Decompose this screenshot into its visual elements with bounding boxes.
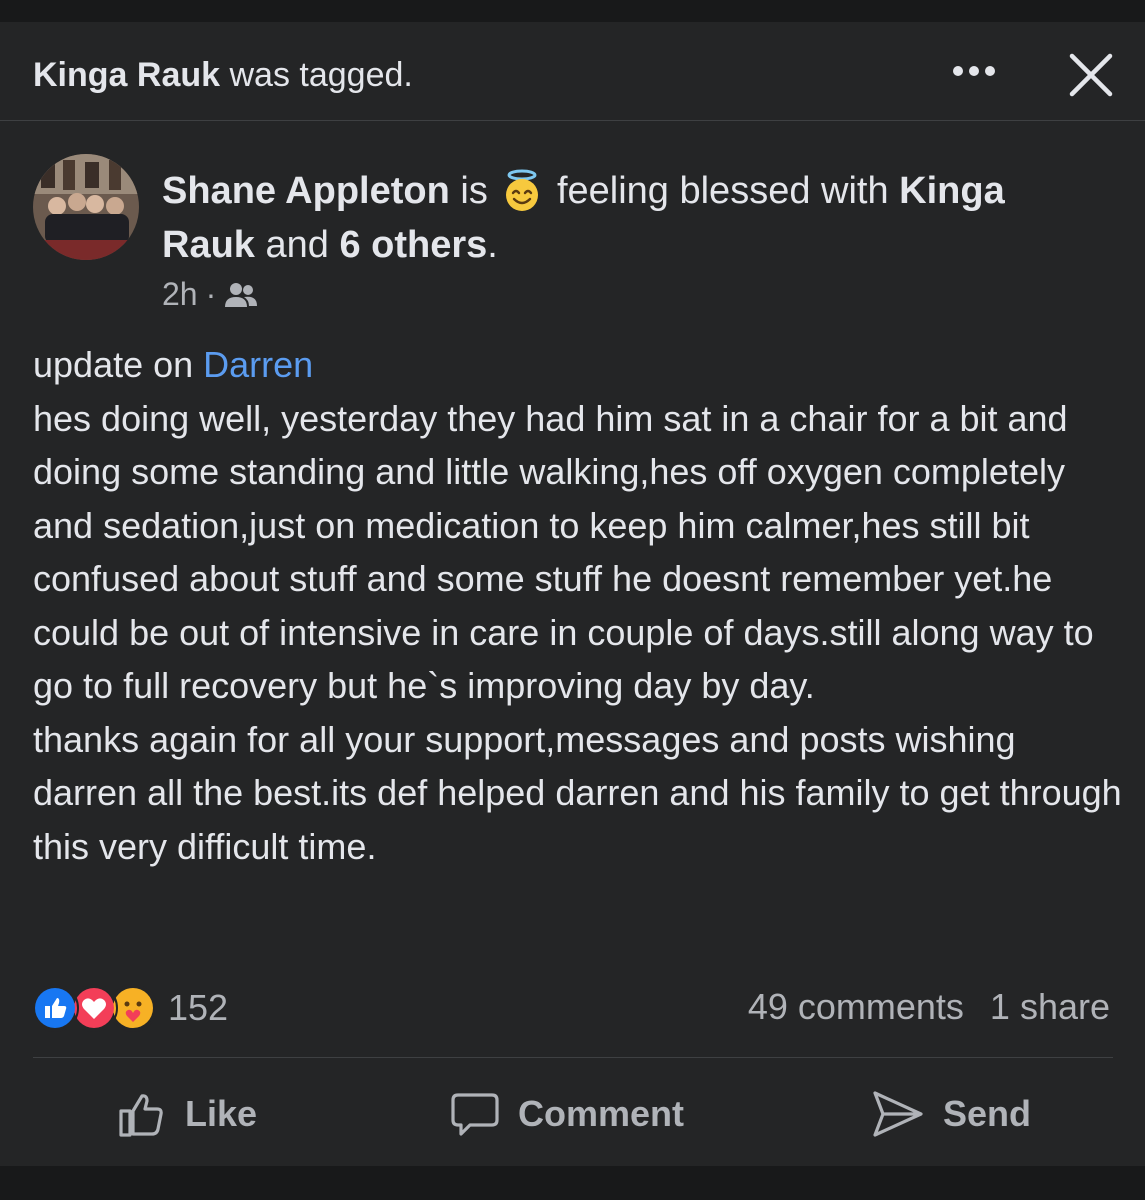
mention-link[interactable]: Darren <box>203 344 313 385</box>
action-bar: Like Comment Send <box>0 1084 1145 1144</box>
post-body: update on Darren hes doing well, yesterd… <box>33 338 1123 873</box>
tag-notification: Kinga Rauk was tagged. <box>33 56 413 95</box>
notification-bar: Kinga Rauk was tagged. <box>0 22 1145 121</box>
shares-count[interactable]: 1 share <box>990 986 1110 1028</box>
dot-icon <box>969 66 979 76</box>
send-label: Send <box>943 1093 1032 1134</box>
dot-icon <box>953 66 963 76</box>
like-button[interactable]: Like <box>117 1084 257 1144</box>
like-label: Like <box>185 1093 258 1134</box>
friends-audience-icon[interactable] <box>224 280 258 310</box>
tagged-name[interactable]: Kinga Rauk <box>33 56 220 94</box>
comment-button[interactable]: Comment <box>450 1084 684 1144</box>
more-options-button[interactable] <box>948 56 1000 86</box>
activity-text: feeling blessed with <box>546 170 900 212</box>
and-word: and <box>254 224 340 266</box>
engagement-stats: 49 comments 1 share <box>748 986 1110 1028</box>
send-arrow-icon <box>873 1091 923 1137</box>
others-link[interactable]: 6 others <box>339 224 487 266</box>
tagged-suffix: was tagged. <box>220 56 413 94</box>
meta-separator: · <box>205 276 217 312</box>
dot-icon <box>985 66 995 76</box>
smiling-face-with-halo-icon <box>506 169 539 211</box>
post-time[interactable]: 2h <box>162 276 198 313</box>
reaction-count: 152 <box>168 987 229 1028</box>
close-icon[interactable] <box>1066 50 1116 100</box>
body-text: hes doing well, yesterday they had him s… <box>33 397 1122 867</box>
thumbs-up-icon <box>119 1094 163 1137</box>
post-card: Kinga Rauk was tagged. Shane Appleton is… <box>0 22 1145 1166</box>
divider <box>33 1057 1113 1058</box>
post-meta: 2h · <box>162 276 258 313</box>
author-name[interactable]: Shane Appleton <box>162 170 450 212</box>
comments-count[interactable]: 49 comments <box>748 986 964 1028</box>
comment-label: Comment <box>518 1093 685 1134</box>
avatar[interactable] <box>33 154 139 260</box>
speech-bubble-icon <box>451 1093 499 1136</box>
like-reaction-icon <box>31 984 79 1032</box>
body-prefix: update on <box>33 344 204 385</box>
is-word: is <box>449 170 499 212</box>
post-header: Shane Appleton is feeling blessed with K… <box>162 164 1102 272</box>
reactions-summary[interactable]: 152 <box>31 984 229 1032</box>
send-button[interactable]: Send <box>871 1084 1031 1144</box>
period: . <box>487 224 498 266</box>
